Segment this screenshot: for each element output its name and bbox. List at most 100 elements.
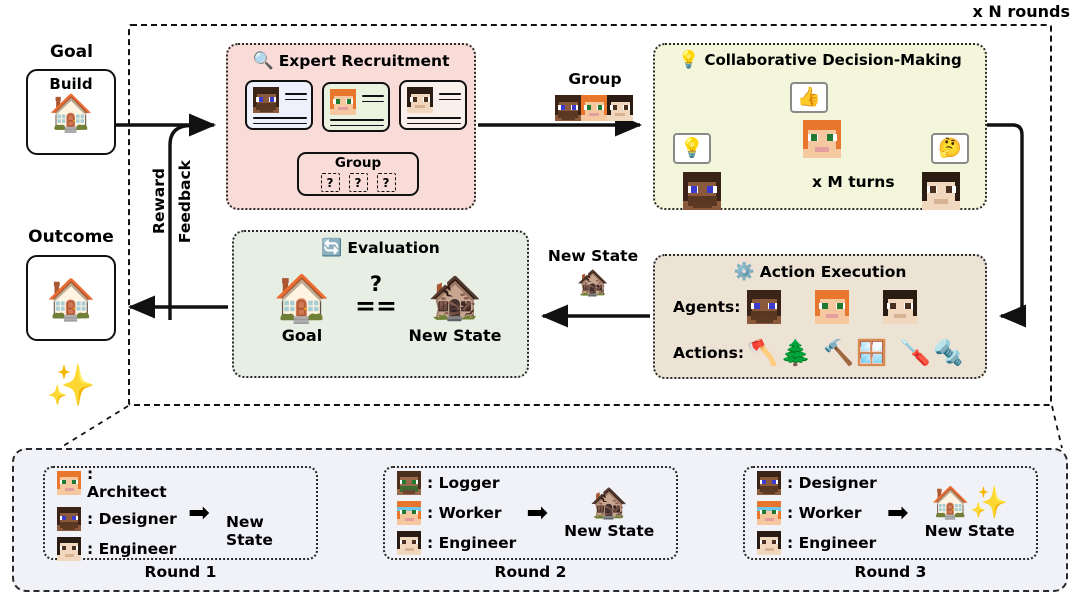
- group-slot-list: ? ? ?: [299, 173, 417, 192]
- agents-row-label: Agents:: [673, 298, 741, 316]
- evaluation-state-label: New State: [408, 326, 502, 345]
- alex-orange-face: [330, 89, 356, 115]
- card-text-lines: [362, 89, 384, 103]
- round-state-label: New State: [564, 522, 655, 540]
- action-execution-title: ⚙️ Action Execution: [733, 261, 907, 282]
- round-1-state: New State: [226, 477, 316, 549]
- round-2-state: 🏚️ New State: [564, 486, 654, 540]
- round-member-role: : Designer: [787, 474, 877, 492]
- steve-dark-face: [747, 290, 781, 324]
- agents-row: Agents:: [673, 290, 917, 324]
- pale-brunette-face: [407, 87, 433, 113]
- round-state-label: New State: [924, 522, 1015, 540]
- round-1-caption: Round 1: [144, 563, 217, 581]
- list-item: : Engineer: [57, 537, 178, 561]
- list-item: : Architect: [57, 465, 178, 501]
- round-member-role: : Worker: [787, 504, 862, 522]
- group-face-strip: [555, 95, 633, 121]
- house-outline-icon: [266, 477, 276, 511]
- right-arrow-icon: ➡: [886, 498, 909, 528]
- bolt-icon: 🔩: [932, 338, 964, 367]
- tree-icon: 🌲: [780, 338, 812, 367]
- right-arrow-icon: ➡: [526, 498, 549, 528]
- round-member-role: : Architect: [87, 465, 167, 501]
- round-1-member-list: : Architect : Designer : Engineer: [57, 465, 178, 561]
- evaluation-goal-label: Goal: [281, 326, 323, 345]
- thinking-face-icon: 🤔: [938, 137, 962, 159]
- pale-brunette-face: [57, 537, 81, 561]
- pale-brunette-face: [757, 531, 781, 555]
- sparkling-house-icon: 🏠✨: [931, 485, 1009, 521]
- window-icon: 🪟: [856, 338, 888, 367]
- idea-bubble: 💡: [673, 133, 711, 164]
- round-3-member-list: : Designer : Worker : Engineer: [757, 471, 877, 555]
- refresh-icon: 🔄: [321, 237, 343, 258]
- screwdriver-icon: 🪛: [899, 338, 931, 367]
- list-item: : Designer: [57, 507, 178, 531]
- card-text-lines: [439, 87, 461, 101]
- round-member-role: : Worker: [427, 504, 502, 522]
- card-footer-lines: [330, 119, 384, 127]
- alex-orange-face: [57, 471, 81, 495]
- group-slot: ?: [348, 173, 368, 192]
- card-footer-lines: [407, 117, 461, 125]
- pale-brunette-face: [883, 290, 917, 324]
- candidate-card-3[interactable]: [399, 80, 467, 130]
- goal-box-label: Build: [49, 75, 93, 93]
- magnifying-glass-icon: 🔍: [252, 50, 274, 71]
- evaluation-state-icon-wrap: 🏚️ New State: [405, 272, 505, 345]
- list-item: : Worker: [397, 501, 516, 525]
- alex-orange-face: [815, 290, 849, 324]
- sparkling-house-icon: 🏠✨: [46, 277, 96, 409]
- group-slot: ?: [376, 173, 396, 192]
- round-2-member-list: : Logger : Worker : Engineer: [397, 471, 516, 555]
- right-arrow-icon: ➡: [188, 498, 210, 528]
- equality-check: ? ==: [352, 274, 400, 320]
- evaluation-goal-icon-wrap: 🏠 Goal: [262, 272, 342, 345]
- round-state-label: New State: [225, 513, 273, 549]
- candidate-card-2[interactable]: [322, 82, 390, 132]
- collaboration-title: 💡 Collaborative Decision-Making: [678, 49, 962, 70]
- reward-label: Reward: [150, 168, 168, 234]
- round-member-role: : Engineer: [87, 540, 177, 558]
- house-icon: 🏠: [273, 271, 331, 325]
- list-item: : Worker: [757, 501, 877, 525]
- round-3-caption: Round 3: [854, 563, 927, 581]
- round-1-box: : Architect : Designer : Engineer ➡ New …: [43, 465, 318, 561]
- thumbs-up-icon: 👍: [797, 86, 821, 108]
- thumbs-up-bubble: 👍: [790, 82, 828, 113]
- new-state-transfer-label: New State: [547, 247, 639, 265]
- evaluation-title: 🔄 Evaluation: [321, 237, 440, 258]
- round-3-box: : Designer : Worker : Engineer ➡ 🏠✨ New …: [743, 466, 1038, 560]
- goal-caption: Goal: [50, 42, 93, 62]
- list-item: : Engineer: [397, 531, 516, 555]
- rounds-count-label: x N rounds: [972, 2, 1071, 21]
- round-member-role: : Logger: [427, 474, 500, 492]
- round-2-caption: Round 2: [494, 563, 567, 581]
- candidate-card-1[interactable]: [245, 80, 313, 130]
- round-member-role: : Designer: [87, 510, 177, 528]
- steve-dark-face: [555, 95, 581, 121]
- turns-label: x M turns: [812, 173, 895, 191]
- outcome-box: 🏠✨: [26, 255, 116, 409]
- list-item: : Designer: [757, 471, 877, 495]
- round-member-role: : Engineer: [787, 534, 877, 552]
- pale-brunette-face: [922, 172, 960, 210]
- outcome-caption: Outcome: [28, 227, 114, 247]
- steve-dark-face: [683, 172, 721, 210]
- alex-orange-face: [803, 120, 841, 158]
- group-box-label: Group: [334, 155, 382, 171]
- hammer-icon: 🔨: [823, 338, 855, 367]
- card-footer-lines: [253, 117, 307, 125]
- group-box: Group ? ? ?: [297, 152, 419, 196]
- round-2-box: : Logger : Worker : Engineer ➡ 🏚️ New St…: [383, 466, 678, 560]
- derelict-house-icon: 🏚️: [427, 272, 483, 323]
- round-member-role: : Engineer: [427, 534, 517, 552]
- steve-dark-face: [57, 507, 81, 531]
- equals-operator: ==: [355, 291, 397, 320]
- gear-icon: ⚙️: [733, 261, 755, 282]
- actions-row: Actions: 🪓 🌲 🔨 🪟 🪛 🔩: [673, 338, 964, 368]
- axe-icon: 🪓: [747, 338, 779, 367]
- lightbulb-icon: 💡: [678, 49, 700, 70]
- house-icon: 🏠: [48, 93, 94, 134]
